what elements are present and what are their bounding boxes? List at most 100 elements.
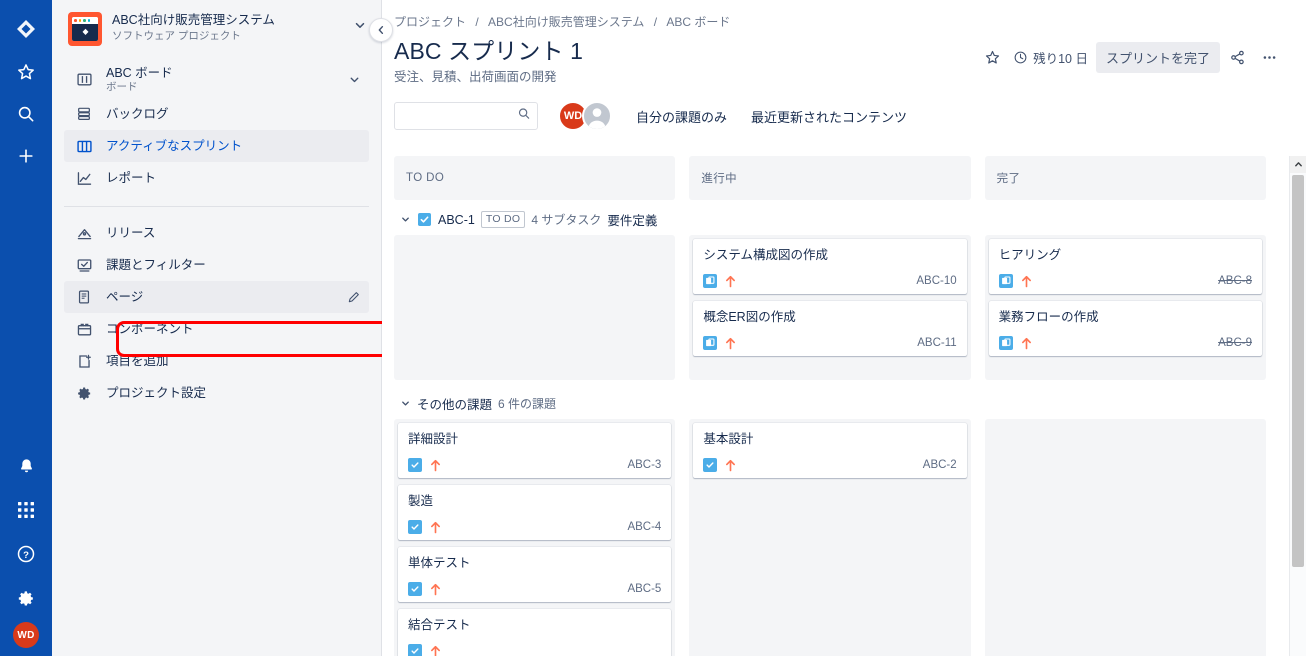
swimlane-columns: システム構成図の作成 ABC-10 概念ER図の作成 ABC-11 ヒアリング … [394, 235, 1284, 380]
help-icon[interactable]: ? [6, 534, 46, 574]
settings-icon[interactable] [6, 578, 46, 618]
breadcrumb-separator: / [475, 15, 479, 29]
board-card[interactable]: ヒアリング ABC-8 [988, 239, 1262, 294]
sidebar-backlog-texts: バックログ [106, 105, 361, 123]
card-footer: ABC-3 [408, 458, 661, 472]
sidebar-item-project-settings[interactable]: プロジェクト設定 [64, 377, 369, 409]
swimlane-column-done[interactable]: ヒアリング ABC-8 業務フローの作成 ABC-9 [984, 235, 1266, 380]
card-footer [408, 644, 661, 656]
scroll-up-arrow-icon[interactable] [1290, 156, 1306, 173]
share-icon[interactable] [1222, 43, 1252, 73]
board-card[interactable]: 結合テスト [398, 609, 672, 656]
reports-icon [74, 170, 94, 187]
sidebar-item-active-sprint[interactable]: アクティブなスプリント [64, 130, 369, 162]
card-icons [998, 274, 1032, 288]
sidebar-item-label: ページ [106, 290, 144, 304]
sidebar-nav-primary: ABC ボード ボード バックログ アクティブなスプリント レポート リリース … [52, 60, 381, 409]
search-wrapper [394, 102, 538, 130]
app-switcher-icon[interactable] [6, 490, 46, 530]
sidebar-issues-texts: 課題とフィルター [106, 256, 361, 274]
card-title: 基本設計 [703, 432, 754, 446]
filter-only-my-issues[interactable]: 自分の課題のみ [636, 107, 727, 126]
sidebar-item-reports[interactable]: レポート [64, 162, 369, 194]
components-icon [74, 321, 94, 338]
swimlane-column-todo[interactable] [394, 235, 676, 380]
board-card[interactable]: 詳細設計 ABC-3 [398, 423, 672, 478]
avatar-anonymous[interactable] [582, 101, 612, 131]
breadcrumb-item-board[interactable]: ABC ボード [666, 15, 730, 29]
sidebar-item-label: アクティブなスプリント [106, 139, 243, 153]
task-icon [408, 644, 422, 656]
board-card[interactable]: 基本設計 ABC-2 [693, 423, 967, 478]
page-subtitle: 受注、見積、出荷画面の開発 [394, 70, 557, 84]
sidebar-pages-texts: ページ [106, 288, 334, 306]
card-footer: ABC-9 [998, 336, 1252, 350]
search-icon[interactable] [6, 94, 46, 134]
board-icon [74, 71, 94, 88]
project-header[interactable]: ABC社向け販売管理システム ソフトウェア プロジェクト [52, 4, 381, 52]
subtask-icon [703, 336, 718, 350]
pencil-icon[interactable] [346, 290, 361, 305]
chevron-down-icon[interactable] [353, 12, 369, 37]
swimlane-header[interactable]: ABC-1 TO DO 4 サブタスク 要件定義 [394, 208, 1284, 235]
board-card[interactable]: 業務フローの作成 ABC-9 [988, 301, 1262, 356]
sidebar-item-backlog[interactable]: バックログ [64, 98, 369, 130]
swimlane-column-todo[interactable]: 詳細設計 ABC-3 製造 ABC-4 単体テスト ABC-5 結合テスト [394, 419, 676, 656]
avatar[interactable]: WD [13, 622, 39, 648]
sidebar-item-releases[interactable]: リリース [64, 217, 369, 249]
subtask-icon [703, 274, 718, 288]
board-card[interactable]: 製造 ABC-4 [398, 485, 672, 540]
create-icon[interactable] [6, 136, 46, 176]
swimlane-issue-key[interactable]: ABC-1 [438, 213, 475, 227]
card-issue-key: ABC-5 [627, 583, 662, 595]
chevron-down-icon[interactable] [400, 214, 411, 225]
project-sidebar: ABC社向け販売管理システム ソフトウェア プロジェクト ABC ボード ボード [52, 0, 428, 656]
task-icon [408, 458, 422, 472]
card-title: 詳細設計 [408, 432, 459, 446]
sidebar-item-pages[interactable]: ページ [64, 281, 369, 313]
search-input[interactable] [394, 102, 538, 130]
swimlane-column-inprogress[interactable]: 基本設計 ABC-2 [689, 419, 971, 656]
board-card[interactable]: 概念ER図の作成 ABC-11 [693, 301, 967, 356]
sidebar-reports-texts: レポート [106, 169, 361, 187]
notifications-icon[interactable] [6, 446, 46, 486]
swimlane-header[interactable]: その他の課題 6 件の課題 [394, 392, 1284, 419]
svg-text:?: ? [23, 550, 29, 561]
board-card[interactable]: システム構成図の作成 ABC-10 [693, 239, 967, 294]
complete-sprint-button[interactable]: スプリントを完了 [1095, 42, 1220, 73]
star-icon[interactable] [977, 43, 1007, 73]
sidebar-item-add-item[interactable]: 項目を追加 [64, 345, 369, 377]
board-card[interactable]: 単体テスト ABC-5 [398, 547, 672, 602]
sidebar-active-sprint-texts: アクティブなスプリント [106, 137, 361, 155]
jira-logo-icon[interactable] [6, 10, 46, 50]
breadcrumb-item-projects[interactable]: プロジェクト [394, 15, 466, 29]
chevron-down-icon[interactable] [400, 398, 411, 409]
card-footer: ABC-8 [998, 274, 1252, 288]
starred-icon[interactable] [6, 52, 46, 92]
breadcrumb-item-project[interactable]: ABC社向け販売管理システム [488, 15, 644, 29]
scrollbar-thumb[interactable] [1292, 175, 1304, 567]
releases-icon [74, 225, 94, 242]
sidebar-item-board[interactable]: ABC ボード ボード [64, 60, 369, 98]
board-vertical-scrollbar[interactable] [1289, 156, 1306, 656]
priority-high-icon [430, 459, 441, 472]
swimlane-column-inprogress[interactable]: システム構成図の作成 ABC-10 概念ER図の作成 ABC-11 [689, 235, 971, 380]
card-icons [408, 458, 441, 472]
card-issue-key: ABC-9 [1218, 337, 1252, 349]
priority-high-icon [1021, 337, 1032, 350]
board-column-headers: TO DO 進行中 完了 [394, 156, 1284, 200]
more-options-icon[interactable] [1254, 43, 1284, 73]
priority-high-icon [430, 583, 441, 596]
filter-recently-updated[interactable]: 最近更新されたコンテンツ [751, 107, 907, 126]
card-title: 製造 [408, 494, 434, 508]
swimlane-column-done[interactable] [984, 419, 1266, 656]
card-icons [408, 582, 441, 596]
swimlane-issue-count: 6 件の課題 [498, 397, 557, 411]
sidebar-collapse-button[interactable] [369, 18, 393, 42]
sidebar-item-issues-filters[interactable]: 課題とフィルター [64, 249, 369, 281]
chevron-down-icon[interactable] [348, 73, 361, 86]
breadcrumb: プロジェクト / ABC社向け販売管理システム / ABC ボード [394, 14, 1284, 30]
issues-filters-icon [74, 257, 94, 274]
sidebar-item-components[interactable]: コンポーネント [64, 313, 369, 345]
title-block: ABC スプリント 1 受注、見積、出荷画面の開発 [394, 36, 977, 85]
